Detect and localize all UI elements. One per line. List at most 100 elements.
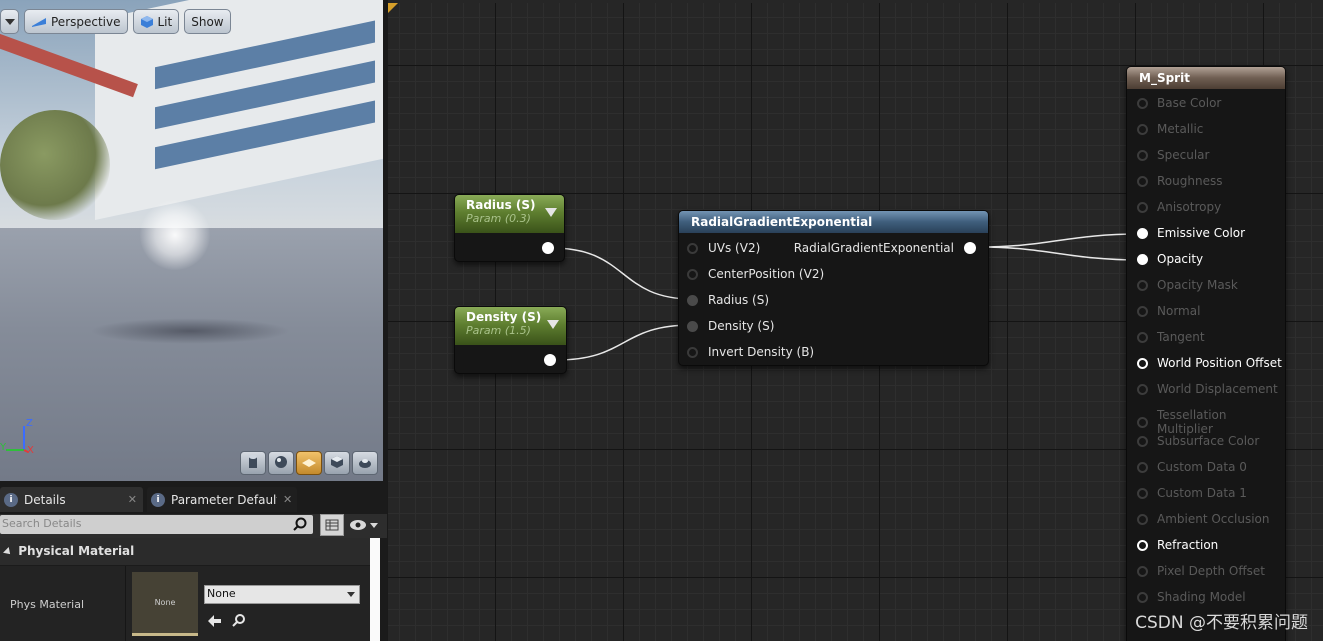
result-pin-label: Metallic <box>1157 122 1204 136</box>
input-pin[interactable] <box>687 268 698 280</box>
param-node-density[interactable]: Density (S) Param (1.5) <box>454 306 567 374</box>
input-pin-row[interactable]: Radius (S) <box>687 293 769 307</box>
input-pin[interactable] <box>1137 201 1148 213</box>
tab-details[interactable]: i Details ✕ <box>0 487 143 512</box>
result-pin-row[interactable]: Opacity Mask <box>1137 278 1238 292</box>
input-pin[interactable] <box>1137 461 1148 473</box>
viewport-floor <box>0 228 383 481</box>
input-pin[interactable] <box>1137 305 1148 317</box>
result-pin-row[interactable]: Tessellation Multiplier <box>1137 408 1285 436</box>
details-panel: i Details ✕ i Parameter Defaults ✕ Searc… <box>0 481 387 641</box>
preview-viewport[interactable]: Perspective Lit Show Z Y X <box>0 0 383 481</box>
input-pin[interactable] <box>1137 539 1148 551</box>
thumbnail-label: None <box>154 598 176 607</box>
input-pin[interactable] <box>1137 435 1148 447</box>
input-pin-row[interactable]: Invert Density (B) <box>687 345 814 359</box>
input-pin[interactable] <box>1137 279 1148 291</box>
result-pin-row[interactable]: Opacity <box>1137 252 1203 266</box>
result-pin-row[interactable]: World Position Offset <box>1137 356 1282 370</box>
use-selected-arrow-icon[interactable] <box>208 612 222 631</box>
category-label: Physical Material <box>18 544 135 558</box>
input-pin-row[interactable]: UVs (V2) <box>687 241 760 255</box>
preview-sphere-button[interactable] <box>268 451 294 475</box>
wire-emissive <box>979 233 1141 248</box>
property-actions <box>208 612 246 631</box>
collapse-arrow-icon[interactable] <box>545 208 557 217</box>
preview-plane-button[interactable] <box>296 451 322 475</box>
tab-parameter-defaults[interactable]: i Parameter Defaults ✕ <box>147 487 297 512</box>
preview-cylinder-button[interactable] <box>240 451 266 475</box>
output-pin[interactable] <box>542 242 554 254</box>
viewport-toolbar: Perspective Lit Show <box>0 9 231 34</box>
output-pin[interactable] <box>964 242 976 254</box>
teapot-icon <box>357 454 373 473</box>
result-pin-row[interactable]: Subsurface Color <box>1137 434 1259 448</box>
result-pin-label: Base Color <box>1157 96 1222 110</box>
cylinder-icon <box>246 454 260 473</box>
input-pin[interactable] <box>1137 149 1148 161</box>
details-scrollbar[interactable] <box>370 538 380 641</box>
result-pin-row[interactable]: Normal <box>1137 304 1200 318</box>
show-button[interactable]: Show <box>184 9 231 34</box>
asset-select-dropdown[interactable]: None <box>204 585 360 604</box>
output-pin[interactable] <box>544 354 556 366</box>
material-graph-canvas[interactable]: Radius (S) Param (0.3) Density (S) Param… <box>388 3 1323 641</box>
browse-search-icon[interactable] <box>232 612 246 631</box>
result-pin-row[interactable]: Emissive Color <box>1137 226 1245 240</box>
preview-mesh-button[interactable] <box>352 451 378 475</box>
lit-button[interactable]: Lit <box>132 9 180 34</box>
result-node-m-sprit[interactable]: M_Sprit Base Color Metallic Specular Roughn… <box>1126 66 1286 641</box>
preview-cube-button[interactable] <box>324 451 350 475</box>
result-pin-row[interactable]: Roughness <box>1137 174 1222 188</box>
result-pin-label: Custom Data 0 <box>1157 460 1247 474</box>
input-pin[interactable] <box>1137 383 1148 395</box>
category-physical-material[interactable]: Physical Material <box>0 538 372 565</box>
result-pin-row[interactable]: World Displacement <box>1137 382 1278 396</box>
select-value: None <box>207 587 236 600</box>
result-pin-row[interactable]: Custom Data 1 <box>1137 486 1247 500</box>
input-pin[interactable] <box>687 242 698 254</box>
input-pin[interactable] <box>1137 357 1148 369</box>
info-icon: i <box>151 492 165 507</box>
input-pin[interactable] <box>1137 487 1148 499</box>
input-pin[interactable] <box>1137 565 1148 577</box>
details-search-input[interactable]: Search Details <box>0 515 313 534</box>
perspective-button[interactable]: Perspective <box>24 9 128 34</box>
param-node-radius[interactable]: Radius (S) Param (0.3) <box>454 194 565 262</box>
result-pin-row[interactable]: Anisotropy <box>1137 200 1221 214</box>
input-pin[interactable] <box>1137 227 1148 239</box>
close-icon[interactable]: ✕ <box>128 493 137 506</box>
input-pin[interactable] <box>1137 591 1148 603</box>
input-pin-row[interactable]: Density (S) <box>687 319 774 333</box>
result-pin-row[interactable]: Custom Data 0 <box>1137 460 1247 474</box>
input-pin[interactable] <box>1137 97 1148 109</box>
visibility-dropdown-button[interactable] <box>349 516 379 538</box>
input-pin[interactable] <box>1137 331 1148 343</box>
input-pin[interactable] <box>1137 416 1148 428</box>
function-node-title: RadialGradientExponential <box>679 211 988 233</box>
input-pin[interactable] <box>1137 123 1148 135</box>
result-pin-row[interactable]: Metallic <box>1137 122 1203 136</box>
result-pin-row[interactable]: Shading Model <box>1137 590 1246 604</box>
property-divider[interactable] <box>125 566 126 641</box>
close-icon[interactable]: ✕ <box>283 493 292 506</box>
input-pin-row[interactable]: CenterPosition (V2) <box>687 267 824 281</box>
result-pin-row[interactable]: Base Color <box>1137 96 1221 110</box>
input-pin[interactable] <box>687 320 698 332</box>
view-options-grid-button[interactable] <box>320 514 344 536</box>
input-pin[interactable] <box>687 346 698 358</box>
result-pin-row[interactable]: Refraction <box>1137 538 1218 552</box>
input-pin[interactable] <box>1137 253 1148 265</box>
viewport-menu-button[interactable] <box>0 9 19 34</box>
result-pin-row[interactable]: Specular <box>1137 148 1209 162</box>
result-pin-row[interactable]: Ambient Occlusion <box>1137 512 1269 526</box>
input-pin[interactable] <box>1137 175 1148 187</box>
result-pin-row[interactable]: Pixel Depth Offset <box>1137 564 1265 578</box>
output-pin-row[interactable]: RadialGradientExponential <box>794 241 976 255</box>
input-pin[interactable] <box>1137 513 1148 525</box>
input-pin[interactable] <box>687 294 698 306</box>
asset-thumbnail[interactable]: None <box>132 572 198 636</box>
function-node-radial-gradient[interactable]: RadialGradientExponential UVs (V2) Cente… <box>678 210 989 366</box>
result-pin-row[interactable]: Tangent <box>1137 330 1205 344</box>
collapse-arrow-icon[interactable] <box>547 320 559 329</box>
